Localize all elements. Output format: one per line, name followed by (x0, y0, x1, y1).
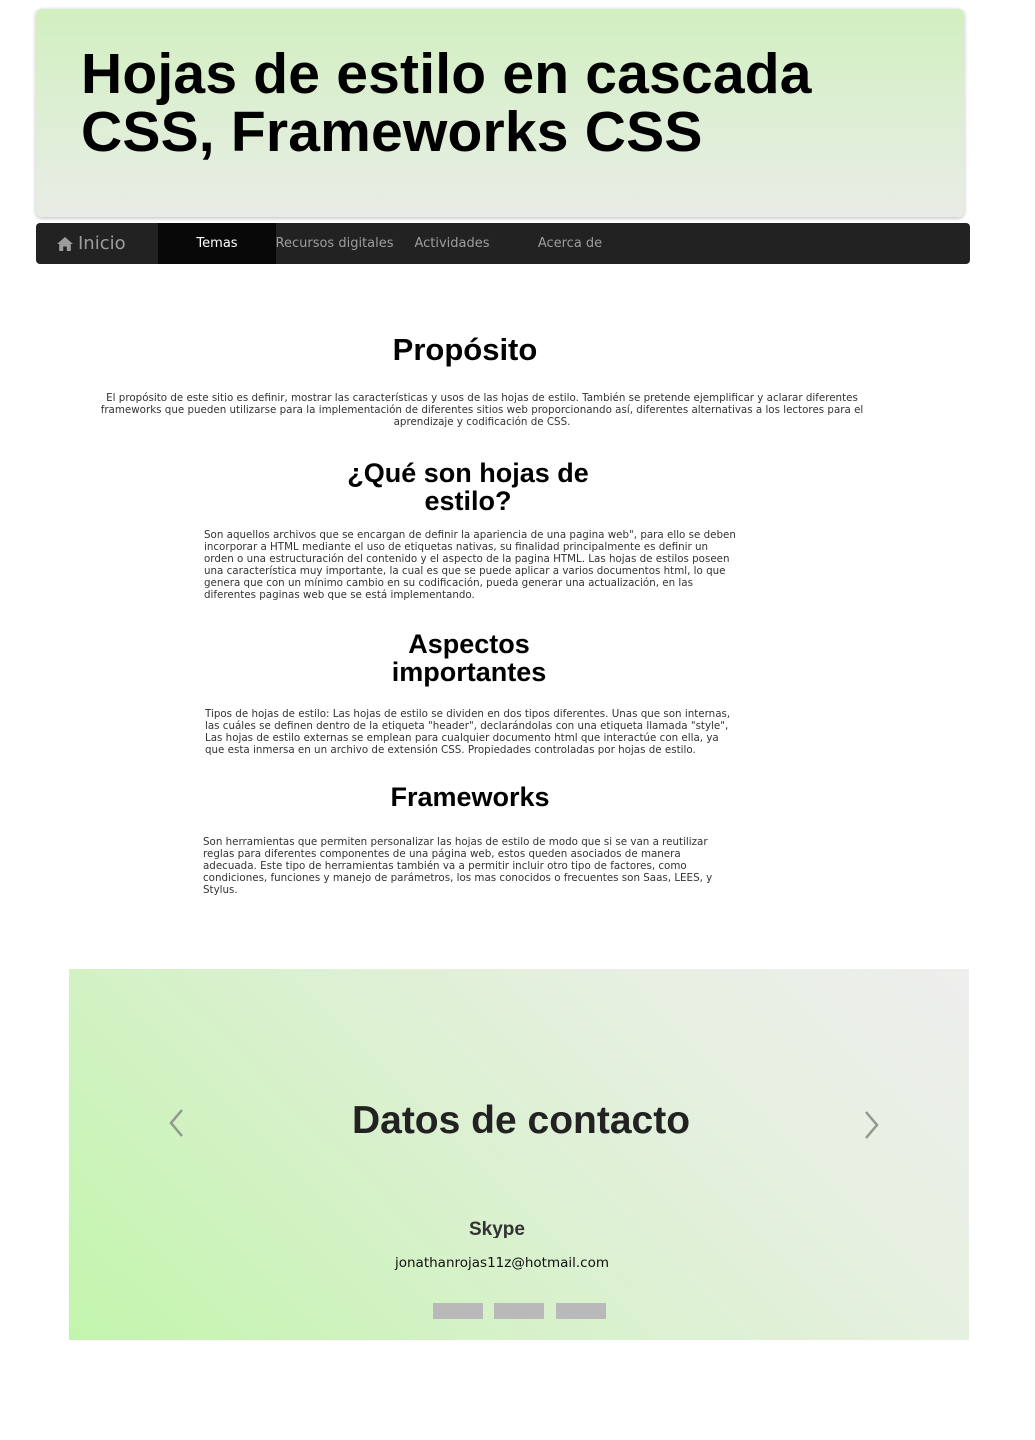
nav-brand-inicio[interactable]: Inicio (56, 223, 126, 264)
contact-title: Datos de contacto (351, 1099, 691, 1142)
chevron-right-icon (865, 1111, 879, 1139)
contact-label: Skype (469, 1220, 525, 1238)
navbar: Inicio Temas Recursos digitales Activida… (36, 223, 970, 264)
section-heading-que-son: ¿Qué son hojas de estilo? (347, 458, 589, 516)
section-text-que-son: Son aquellos archivos que se encargan de… (204, 529, 736, 601)
nav-item-recursos-digitales[interactable]: Recursos digitales (276, 223, 394, 264)
carousel-indicator-3[interactable] (556, 1303, 606, 1319)
contact-email: jonathanrojas11z@hotmail.com (394, 1255, 609, 1270)
carousel-next-button[interactable] (859, 1108, 883, 1142)
page: Hojas de estilo en cascada CSS, Framewor… (0, 0, 1035, 1440)
section-text-aspectos: Tipos de hojas de estilo: Las hojas de e… (205, 708, 731, 756)
contact-carousel: Datos de contacto Skype jonathanrojas11z… (69, 969, 969, 1340)
section-heading-proposito: Propósito (392, 332, 538, 367)
section-heading-frameworks: Frameworks (390, 782, 550, 812)
nav-brand-label: Inicio (78, 233, 126, 254)
section-heading-aspectos: Aspectos importantes (391, 629, 547, 687)
header-banner: Hojas de estilo en cascada CSS, Framewor… (36, 9, 964, 217)
carousel-indicator-1[interactable] (433, 1303, 483, 1319)
section-text-frameworks: Son herramientas que permiten personaliz… (203, 836, 713, 896)
nav-item-actividades[interactable]: Actividades (393, 223, 511, 264)
section-text-proposito: El propósito de este sitio es definir, m… (100, 392, 864, 428)
page-title: Hojas de estilo en cascada CSS, Framewor… (81, 42, 812, 164)
carousel-prev-button[interactable] (165, 1106, 189, 1140)
chevron-left-icon (169, 1109, 183, 1137)
nav-item-acerca-de[interactable]: Acerca de (511, 223, 629, 264)
nav-item-temas[interactable]: Temas (158, 223, 276, 264)
carousel-indicator-2[interactable] (494, 1303, 544, 1319)
home-icon (57, 236, 73, 251)
